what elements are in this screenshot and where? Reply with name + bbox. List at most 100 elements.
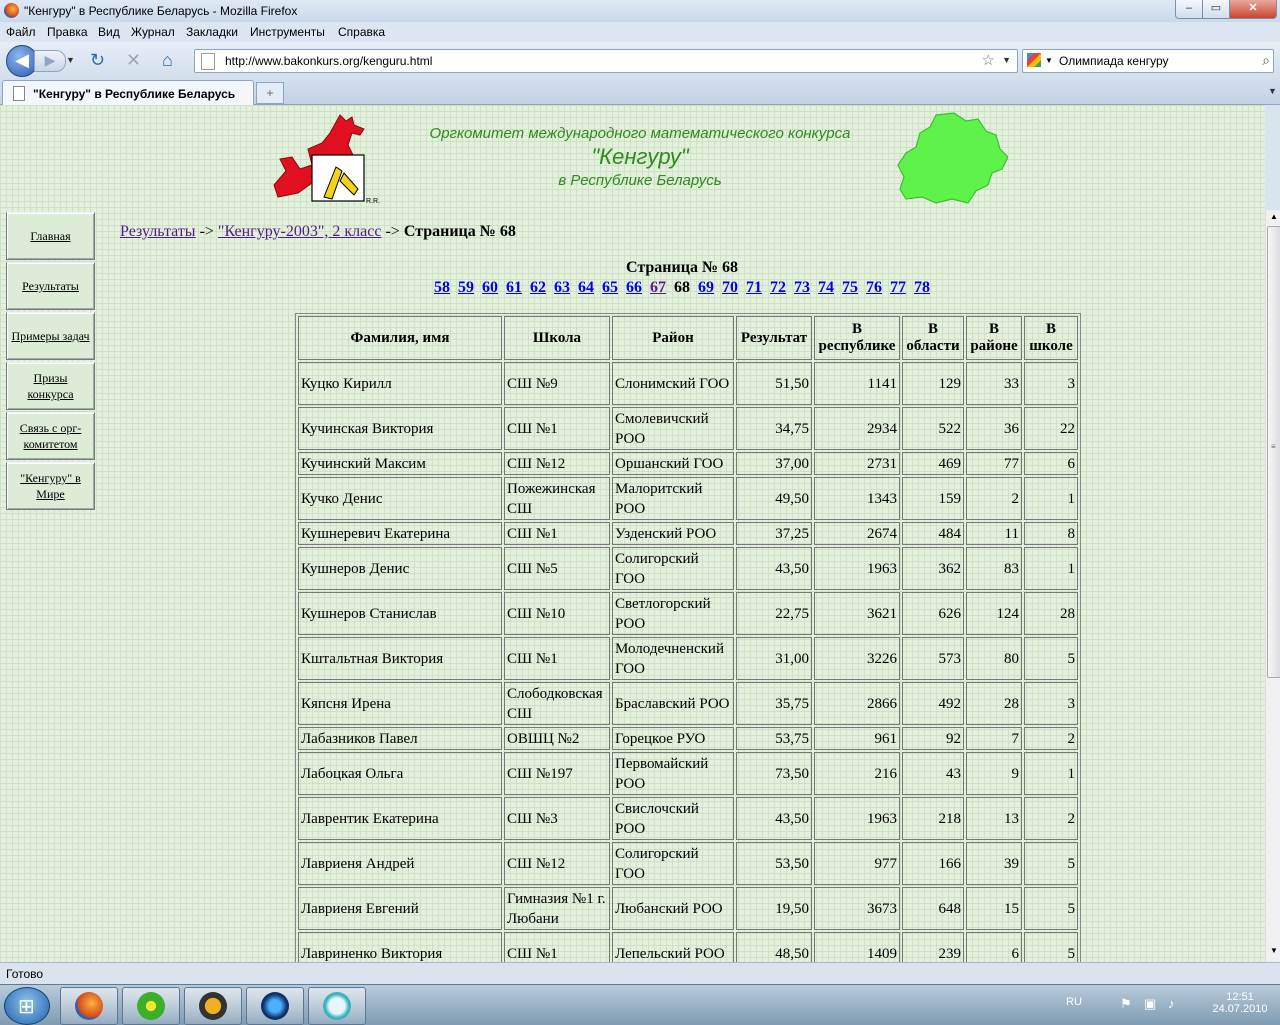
taskbar-messenger-button[interactable] — [308, 987, 366, 1025]
sidebar-item-home[interactable]: Главная — [6, 212, 95, 260]
cell-school: Слободковская СШ — [504, 682, 610, 725]
page-link[interactable]: 64 — [578, 279, 594, 296]
cell-rank-district: 39 — [966, 842, 1022, 885]
sidebar-item-examples[interactable]: Примеры задач — [6, 312, 95, 360]
page-link[interactable]: 65 — [602, 279, 618, 296]
search-icon[interactable]: ⌕ — [1262, 52, 1270, 69]
flame-icon — [261, 992, 289, 1020]
cell-result: 53,50 — [736, 842, 812, 885]
volume-icon[interactable]: ♪ — [1168, 996, 1175, 1011]
page-link[interactable]: 70 — [722, 279, 738, 296]
flag-icon[interactable]: ⚑ — [1120, 996, 1132, 1012]
cell-name: Кушнеров Денис — [298, 547, 502, 590]
page-link[interactable]: 74 — [818, 279, 834, 296]
minimize-button[interactable]: – — [1175, 0, 1203, 19]
history-dropdown-icon[interactable]: ▼ — [66, 55, 75, 65]
forward-button[interactable]: ▶ — [34, 50, 66, 72]
url-bar[interactable]: http://www.bakonkurs.org/kenguru.html ☆ … — [194, 49, 1018, 73]
cell-result: 49,50 — [736, 477, 812, 520]
cell-school: СШ №10 — [504, 592, 610, 635]
cell-rank-district: 28 — [966, 682, 1022, 725]
page-link[interactable]: 73 — [794, 279, 810, 296]
page-link[interactable]: 60 — [482, 279, 498, 296]
breadcrumb-separator: -> — [381, 223, 404, 240]
page-title: Страница № 68 — [625, 259, 739, 276]
firefox-icon — [75, 992, 103, 1020]
new-tab-button[interactable]: + — [256, 82, 284, 104]
taskbar-firefox-button[interactable] — [60, 987, 118, 1025]
aimp-icon — [199, 992, 227, 1020]
taskbar-app-button[interactable] — [246, 987, 304, 1025]
taskbar-icq-button[interactable] — [122, 987, 180, 1025]
tab-list-icon[interactable]: ▼ — [1268, 86, 1277, 96]
cell-rank-republic: 2674 — [814, 522, 900, 545]
page-link[interactable]: 62 — [530, 279, 546, 296]
page-link[interactable]: 76 — [866, 279, 882, 296]
page-link[interactable]: 75 — [842, 279, 858, 296]
page-link[interactable]: 69 — [698, 279, 714, 296]
cell-rank-school: 3 — [1024, 682, 1078, 725]
page-link[interactable]: 72 — [770, 279, 786, 296]
google-icon[interactable] — [1027, 53, 1041, 67]
scrollbar-thumb[interactable] — [1267, 226, 1280, 678]
cell-result: 73,50 — [736, 752, 812, 795]
page-link[interactable]: 78 — [914, 279, 930, 296]
close-button[interactable]: ✕ — [1229, 0, 1277, 19]
cell-district: Слонимский ГОО — [612, 362, 734, 405]
cell-name: Кушнеров Станислав — [298, 592, 502, 635]
cell-name: Лавриненко Виктория — [298, 932, 502, 962]
sidebar-item-results[interactable]: Результаты — [6, 262, 95, 310]
page-link[interactable]: 61 — [506, 279, 522, 296]
banner: Оргкомитет международного математическог… — [410, 125, 870, 189]
network-icon[interactable]: ▣ — [1144, 996, 1156, 1012]
scroll-up-icon[interactable]: ▲ — [1270, 212, 1278, 221]
language-indicator[interactable]: RU — [1066, 996, 1082, 1008]
cell-rank-district: 6 — [966, 932, 1022, 962]
reload-icon[interactable]: ↻ — [90, 50, 105, 70]
cell-result: 43,50 — [736, 797, 812, 840]
cell-district: Первомайский РОО — [612, 752, 734, 795]
table-row: Лабазников Павел ОВШЦ №2 Горецкое РУО 53,75… — [298, 727, 1078, 750]
search-bar[interactable]: ▼ Олимпиада кенгуру ⌕ — [1022, 49, 1274, 73]
menu-view[interactable]: Вид — [98, 25, 120, 39]
cell-result: 43,50 — [736, 547, 812, 590]
menu-history[interactable]: Журнал — [131, 25, 175, 39]
page-link[interactable]: 71 — [746, 279, 762, 296]
clock[interactable]: 12:51 24.07.2010 — [1210, 991, 1270, 1015]
sidebar-item-prizes[interactable]: Призы конкурса — [6, 362, 95, 410]
breadcrumb-results-link[interactable]: Результаты — [120, 223, 196, 240]
page-link[interactable]: 66 — [626, 279, 642, 296]
breadcrumb-contest-link[interactable]: "Кенгуру-2003", 2 класс — [218, 223, 382, 240]
table-header-row: Фамилия, имя Школа Район Результат В рес… — [298, 316, 1078, 360]
bookmark-star-icon[interactable]: ☆ — [982, 51, 995, 69]
url-dropdown-icon[interactable]: ▼ — [1002, 55, 1011, 65]
search-input[interactable]: Олимпиада кенгуру — [1059, 54, 1169, 68]
menu-bookmarks[interactable]: Закладки — [186, 25, 238, 39]
page-link-visited[interactable]: 67 — [650, 279, 666, 296]
cell-rank-republic: 1409 — [814, 932, 900, 962]
menu-help[interactable]: Справка — [338, 25, 385, 39]
search-engine-dropdown-icon[interactable]: ▼ — [1045, 56, 1053, 65]
page-link[interactable]: 59 — [458, 279, 474, 296]
table-row: Лавриненко Виктория СШ №1 Лепельский РОО 48… — [298, 932, 1078, 962]
cell-rank-district: 83 — [966, 547, 1022, 590]
pagination: 58 59 60 61 62 63 64 65 66 67 68 69 70 7… — [296, 279, 1068, 297]
page-link[interactable]: 63 — [554, 279, 570, 296]
sidebar-item-contact[interactable]: Связь с орг-комитетом — [6, 412, 95, 460]
vertical-scrollbar[interactable]: ▲ ≡ ▼ — [1265, 210, 1280, 962]
home-icon[interactable]: ⌂ — [162, 50, 173, 70]
menu-file[interactable]: Файл — [6, 25, 36, 39]
taskbar-aimp-button[interactable] — [184, 987, 242, 1025]
maximize-button[interactable]: ▭ — [1202, 0, 1230, 19]
url-text[interactable]: http://www.bakonkurs.org/kenguru.html — [225, 54, 432, 68]
start-button[interactable]: ⊞ — [4, 987, 50, 1025]
tab-kenguru[interactable]: "Кенгуру" в Республике Беларусь — [2, 80, 254, 105]
stop-icon[interactable]: ✕ — [126, 50, 141, 70]
scroll-down-icon[interactable]: ▼ — [1270, 946, 1278, 955]
sidebar-item-world[interactable]: "Кенгуру" в Мире — [6, 462, 95, 510]
page-link[interactable]: 77 — [890, 279, 906, 296]
cell-district: Любанский РОО — [612, 887, 734, 930]
menu-edit[interactable]: Правка — [47, 25, 88, 39]
page-link[interactable]: 58 — [434, 279, 450, 296]
menu-tools[interactable]: Инструменты — [250, 25, 325, 39]
